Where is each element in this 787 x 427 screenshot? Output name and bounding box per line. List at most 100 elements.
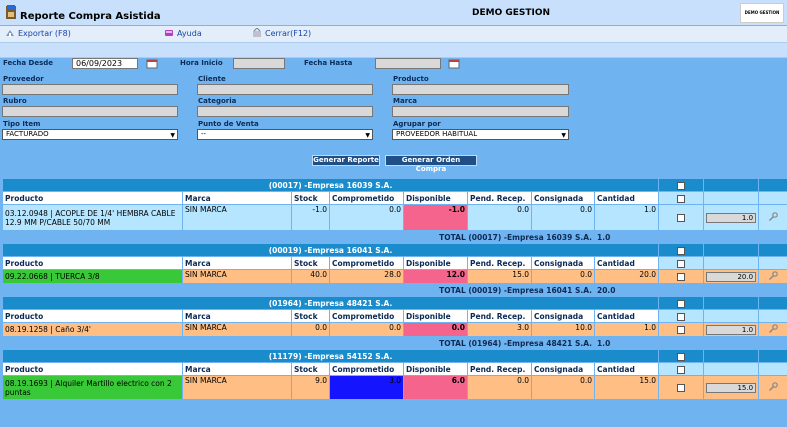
marca-label: Marca bbox=[393, 97, 418, 105]
disponible-cell: -1.0 bbox=[403, 204, 468, 231]
hora-inicio-input[interactable] bbox=[233, 58, 285, 69]
group-spacer bbox=[758, 178, 787, 192]
group-total-label: TOTAL (00019) -Empresa 16041 S.A. bbox=[2, 283, 595, 297]
rubro-input[interactable] bbox=[2, 106, 178, 117]
select-checkbox[interactable] bbox=[677, 194, 686, 203]
group-total-label: TOTAL (00017) -Empresa 16039 S.A. bbox=[2, 230, 595, 244]
select-checkbox[interactable] bbox=[677, 246, 686, 255]
close-label: Cerrar(F12) bbox=[265, 28, 312, 38]
comprometido-cell: 0.0 bbox=[329, 322, 404, 337]
action-cell bbox=[758, 322, 787, 337]
column-header: Cantidad bbox=[593, 256, 660, 270]
column-header: Disponible bbox=[403, 309, 468, 323]
total-spacer bbox=[658, 283, 705, 297]
chevron-down-icon: ▼ bbox=[365, 132, 370, 139]
select-checkbox[interactable] bbox=[677, 299, 686, 308]
table-row[interactable]: 08.19.1693 | Alquiler Martillo electrico… bbox=[2, 375, 787, 400]
stock-cell: 9.0 bbox=[291, 375, 330, 400]
row-select-cell bbox=[658, 375, 705, 400]
producto-cell: 03.12.0948 | ACOPLE DE 1/4' HEMBRA CABLE… bbox=[2, 204, 183, 231]
producto-cell: 09.22.0668 | TUERCA 3/8 bbox=[2, 269, 183, 284]
help-button[interactable]: Ayuda bbox=[164, 28, 202, 38]
qty-cell: 1.0 bbox=[703, 204, 760, 231]
header-select-cell bbox=[658, 256, 705, 270]
title-bar: Reporte Compra Asistida DEMO GESTION DEM… bbox=[0, 0, 787, 26]
group-select-cell bbox=[658, 243, 705, 257]
group-title: (01964) -Empresa 48421 S.A. bbox=[1, 296, 660, 310]
quantity-input[interactable]: 1.0 bbox=[706, 324, 757, 335]
agrupar-select[interactable]: PROVEEDOR HABITUAL ▼ bbox=[392, 129, 569, 140]
qty-cell: 20.0 bbox=[703, 269, 760, 284]
select-checkbox[interactable] bbox=[677, 259, 686, 268]
tipo-item-select[interactable]: FACTURADO ▼ bbox=[2, 129, 178, 140]
fecha-desde-input[interactable]: 06/09/2023 bbox=[72, 58, 138, 69]
export-button[interactable]: Exportar (F8) bbox=[5, 28, 71, 38]
total-spacer bbox=[658, 336, 705, 350]
table-row[interactable]: 09.22.0668 | TUERCA 3/8 SIN MARCA 40.0 28.0… bbox=[2, 269, 787, 284]
quantity-input[interactable]: 15.0 bbox=[706, 382, 757, 393]
quantity-input[interactable]: 20.0 bbox=[706, 271, 757, 282]
cliente-input[interactable] bbox=[197, 84, 373, 95]
header-spacer bbox=[703, 362, 760, 376]
calendar-icon[interactable] bbox=[146, 58, 158, 69]
select-checkbox[interactable] bbox=[677, 214, 686, 222]
group-spacer bbox=[703, 349, 760, 363]
header-select-cell bbox=[658, 362, 705, 376]
column-header: Stock bbox=[291, 191, 330, 205]
marca-input[interactable] bbox=[392, 106, 569, 117]
app-icon bbox=[6, 5, 16, 19]
group-spacer bbox=[758, 349, 787, 363]
results-table: (00017) -Empresa 16039 S.A. Producto Marca… bbox=[1, 178, 787, 400]
generar-reporte-button[interactable]: Generar Reporte bbox=[312, 155, 380, 166]
agrupar-label: Agrupar por bbox=[393, 120, 441, 128]
export-label: Exportar (F8) bbox=[18, 28, 71, 38]
cantidad-cell: 1.0 bbox=[593, 322, 660, 337]
wrench-icon[interactable] bbox=[768, 323, 778, 334]
select-checkbox[interactable] bbox=[677, 365, 686, 374]
fecha-hasta-input[interactable] bbox=[375, 58, 441, 69]
column-header-row: Producto Marca Stock Comprometido Disponible… bbox=[2, 256, 787, 270]
producto-label: Producto bbox=[393, 75, 429, 83]
group-spacer bbox=[758, 296, 787, 310]
select-checkbox[interactable] bbox=[677, 326, 686, 334]
column-header: Pend. Recep. bbox=[467, 309, 532, 323]
column-header: Stock bbox=[291, 309, 330, 323]
wrench-icon[interactable] bbox=[768, 381, 778, 392]
comprometido-cell: 3.0 bbox=[329, 375, 404, 400]
select-checkbox[interactable] bbox=[677, 384, 686, 392]
column-header: Pend. Recep. bbox=[467, 362, 532, 376]
row-select-cell bbox=[658, 204, 705, 231]
proveedor-input[interactable] bbox=[2, 84, 178, 95]
punto-venta-select[interactable]: -- ▼ bbox=[197, 129, 373, 140]
header-spacer bbox=[703, 309, 760, 323]
select-checkbox[interactable] bbox=[677, 352, 686, 361]
column-header: Pend. Recep. bbox=[467, 191, 532, 205]
calendar-icon[interactable] bbox=[448, 58, 460, 69]
select-checkbox[interactable] bbox=[677, 181, 686, 190]
close-button[interactable]: Cerrar(F12) bbox=[252, 28, 311, 38]
select-checkbox[interactable] bbox=[677, 273, 686, 281]
column-header: Consignada bbox=[531, 256, 595, 270]
column-header: Producto bbox=[2, 362, 183, 376]
wrench-icon[interactable] bbox=[768, 270, 778, 281]
tipo-item-label: Tipo Item bbox=[3, 120, 41, 128]
punto-venta-value: -- bbox=[201, 130, 207, 138]
pend-recep-cell: 15.0 bbox=[467, 269, 532, 284]
generar-orden-button[interactable]: Generar Orden Compra bbox=[385, 155, 477, 173]
wrench-icon[interactable] bbox=[768, 211, 778, 222]
stock-cell: 40.0 bbox=[291, 269, 330, 284]
categoria-input[interactable] bbox=[197, 106, 373, 117]
header-spacer bbox=[758, 256, 787, 270]
total-spacer bbox=[703, 336, 760, 350]
column-header: Pend. Recep. bbox=[467, 256, 532, 270]
producto-input[interactable] bbox=[392, 84, 569, 95]
table-row[interactable]: 03.12.0948 | ACOPLE DE 1/4' HEMBRA CABLE… bbox=[2, 204, 787, 231]
table-row[interactable]: 08.19.1258 | Caño 3/4' SIN MARCA 0.0 0.0 0.0… bbox=[2, 322, 787, 337]
select-checkbox[interactable] bbox=[677, 312, 686, 321]
consignada-cell: 0.0 bbox=[531, 269, 595, 284]
quantity-input[interactable]: 1.0 bbox=[706, 212, 757, 223]
stock-cell: 0.0 bbox=[291, 322, 330, 337]
tipo-item-value: FACTURADO bbox=[6, 130, 49, 138]
group-total-value: 1.0 bbox=[593, 336, 660, 350]
group-title: (00019) -Empresa 16041 S.A. bbox=[1, 243, 660, 257]
